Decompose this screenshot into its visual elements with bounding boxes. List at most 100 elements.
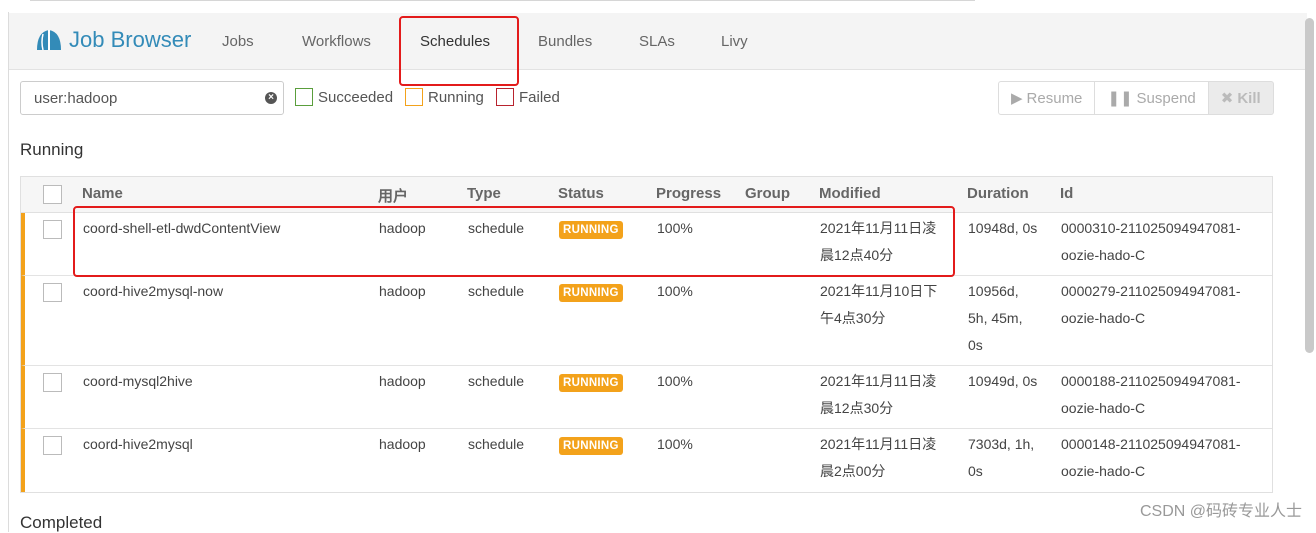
clear-icon[interactable]: × — [265, 92, 277, 104]
row-id[interactable]: 0000279-211025094947081- oozie-hado-C — [1061, 278, 1241, 332]
row-modified: 2021年11月11日凌 晨12点40分 — [820, 215, 936, 269]
row-id-line1: 0000188-211025094947081- — [1061, 373, 1241, 389]
row-modified-line1: 2021年11月11日凌 — [820, 373, 937, 389]
navbar: Job Browser Jobs Workflows Schedules Bun… — [9, 13, 1307, 70]
kill-button[interactable]: ✖ Kill — [1208, 81, 1274, 115]
row-modified: 2021年11月10日下 午4点30分 — [820, 278, 937, 332]
row-duration-line3: 0s — [968, 337, 983, 353]
row-duration: 10949d, 0s — [968, 368, 1037, 395]
row-modified-line2: 晨2点00分 — [820, 463, 886, 479]
filter-succeeded-label: Succeeded — [318, 88, 394, 106]
row-progress: 100% — [657, 373, 693, 389]
header-name[interactable]: Name — [82, 185, 123, 202]
header-user[interactable]: 用户 — [378, 185, 408, 206]
row-checkbox[interactable] — [43, 220, 62, 239]
tab-jobs[interactable]: Jobs — [222, 33, 254, 50]
header-modified[interactable]: Modified — [819, 185, 881, 202]
row-status: RUNNING — [559, 368, 623, 395]
row-id-line1: 0000148-211025094947081- — [1061, 436, 1241, 452]
row-id-line2: oozie-hado-C — [1061, 463, 1146, 479]
status-badge: RUNNING — [559, 284, 623, 302]
row-id-line2: oozie-hado-C — [1061, 247, 1146, 263]
brand-title: Job Browser — [69, 27, 192, 52]
row-checkbox[interactable] — [43, 373, 62, 392]
tab-livy[interactable]: Livy — [721, 33, 748, 50]
row-checkbox[interactable] — [43, 436, 62, 455]
brand[interactable]: Job Browser — [35, 27, 191, 53]
filter-failed-checkbox[interactable] — [496, 88, 514, 106]
status-badge: RUNNING — [559, 374, 623, 392]
header-progress[interactable]: Progress — [656, 185, 721, 202]
table-row[interactable]: coord-hive2mysql hadoop schedule RUNNING… — [21, 429, 1272, 492]
row-duration-line1: 7303d, 1h, — [968, 436, 1035, 452]
row-duration: 10948d, 0s — [968, 215, 1037, 242]
row-id[interactable]: 0000188-211025094947081- oozie-hado-C — [1061, 368, 1241, 422]
row-user: hadoop — [379, 220, 426, 236]
row-duration-line2: 5h, 45m, — [968, 310, 1023, 326]
row-status: RUNNING — [559, 278, 623, 305]
status-badge: RUNNING — [559, 437, 623, 455]
suspend-label: Suspend — [1136, 89, 1196, 107]
row-user: hadoop — [379, 373, 426, 389]
row-duration-line1: 10956d, — [968, 283, 1019, 299]
row-checkbox[interactable] — [43, 283, 62, 302]
row-modified-line1: 2021年11月11日凌 — [820, 436, 937, 452]
header-group[interactable]: Group — [745, 185, 790, 202]
schedules-table: Name 用户 Type Status Progress Group Modif… — [20, 176, 1273, 493]
row-progress: 100% — [657, 436, 693, 452]
row-modified-line2: 午4点30分 — [820, 310, 886, 326]
vertical-scrollbar[interactable] — [1305, 18, 1314, 353]
row-id-line1: 0000279-211025094947081- — [1061, 283, 1241, 299]
suspend-button[interactable]: ❚❚ Suspend — [1095, 81, 1209, 115]
tab-slas[interactable]: SLAs — [639, 33, 675, 50]
row-user: hadoop — [379, 283, 426, 299]
filter-running-checkbox[interactable] — [405, 88, 423, 106]
row-type: schedule — [468, 373, 525, 389]
filter-succeeded-checkbox[interactable] — [295, 88, 313, 106]
row-status: RUNNING — [559, 431, 623, 458]
header-type[interactable]: Type — [467, 185, 501, 202]
row-name[interactable]: coord-hive2mysql — [83, 431, 193, 458]
row-modified-line2: 晨12点30分 — [820, 400, 894, 416]
row-user: hadoop — [379, 436, 426, 452]
filter-running[interactable]: Running — [405, 88, 484, 106]
row-id-line2: oozie-hado-C — [1061, 400, 1146, 416]
row-name[interactable]: coord-hive2mysql-now — [83, 278, 223, 305]
header-status[interactable]: Status — [558, 185, 604, 202]
row-name[interactable]: coord-shell-etl-dwdContentView — [83, 215, 280, 242]
row-modified-line1: 2021年11月10日下 — [820, 283, 938, 299]
row-modified: 2021年11月11日凌 晨12点30分 — [820, 368, 936, 422]
table-row[interactable]: coord-mysql2hive hadoop schedule RUNNING… — [21, 366, 1272, 429]
filter-failed[interactable]: Failed — [496, 88, 560, 106]
header-duration[interactable]: Duration — [967, 185, 1029, 202]
tab-workflows[interactable]: Workflows — [302, 33, 371, 50]
row-duration-line2: 0s — [968, 463, 983, 479]
top-strip — [0, 0, 1316, 12]
row-progress: 100% — [657, 283, 693, 299]
table-row[interactable]: coord-shell-etl-dwdContentView hadoop sc… — [21, 213, 1272, 276]
row-id[interactable]: 0000148-211025094947081- oozie-hado-C — [1061, 431, 1241, 485]
watermark: CSDN @码砖专业人士 — [1139, 503, 1302, 520]
row-duration: 10956d, 5h, 45m, 0s — [968, 278, 1022, 359]
filter-succeeded[interactable]: Succeeded — [295, 88, 393, 106]
select-all-checkbox[interactable] — [43, 185, 62, 204]
row-id[interactable]: 0000310-211025094947081- oozie-hado-C — [1061, 215, 1241, 269]
tab-schedules[interactable]: Schedules — [420, 33, 490, 50]
row-id-line2: oozie-hado-C — [1061, 310, 1146, 326]
section-completed-title: Completed — [20, 513, 103, 532]
row-name[interactable]: coord-mysql2hive — [83, 368, 193, 395]
status-badge: RUNNING — [559, 221, 623, 239]
row-modified: 2021年11月11日凌 晨2点00分 — [820, 431, 936, 485]
search-input[interactable] — [34, 90, 254, 107]
row-modified-line2: 晨12点40分 — [820, 247, 894, 263]
row-duration-line1: 10949d, 0s — [968, 373, 1038, 389]
table-row[interactable]: coord-hive2mysql-now hadoop schedule RUN… — [21, 276, 1272, 366]
resume-button[interactable]: ▶ Resume — [998, 81, 1096, 115]
row-modified-line1: 2021年11月11日凌 — [820, 220, 937, 236]
filter-failed-label: Failed — [519, 88, 560, 106]
row-duration-line1: 10948d, 0s — [968, 220, 1038, 236]
row-type: schedule — [468, 283, 525, 299]
header-id[interactable]: Id — [1060, 185, 1073, 202]
kill-label: Kill — [1237, 89, 1261, 107]
tab-bundles[interactable]: Bundles — [538, 33, 592, 50]
